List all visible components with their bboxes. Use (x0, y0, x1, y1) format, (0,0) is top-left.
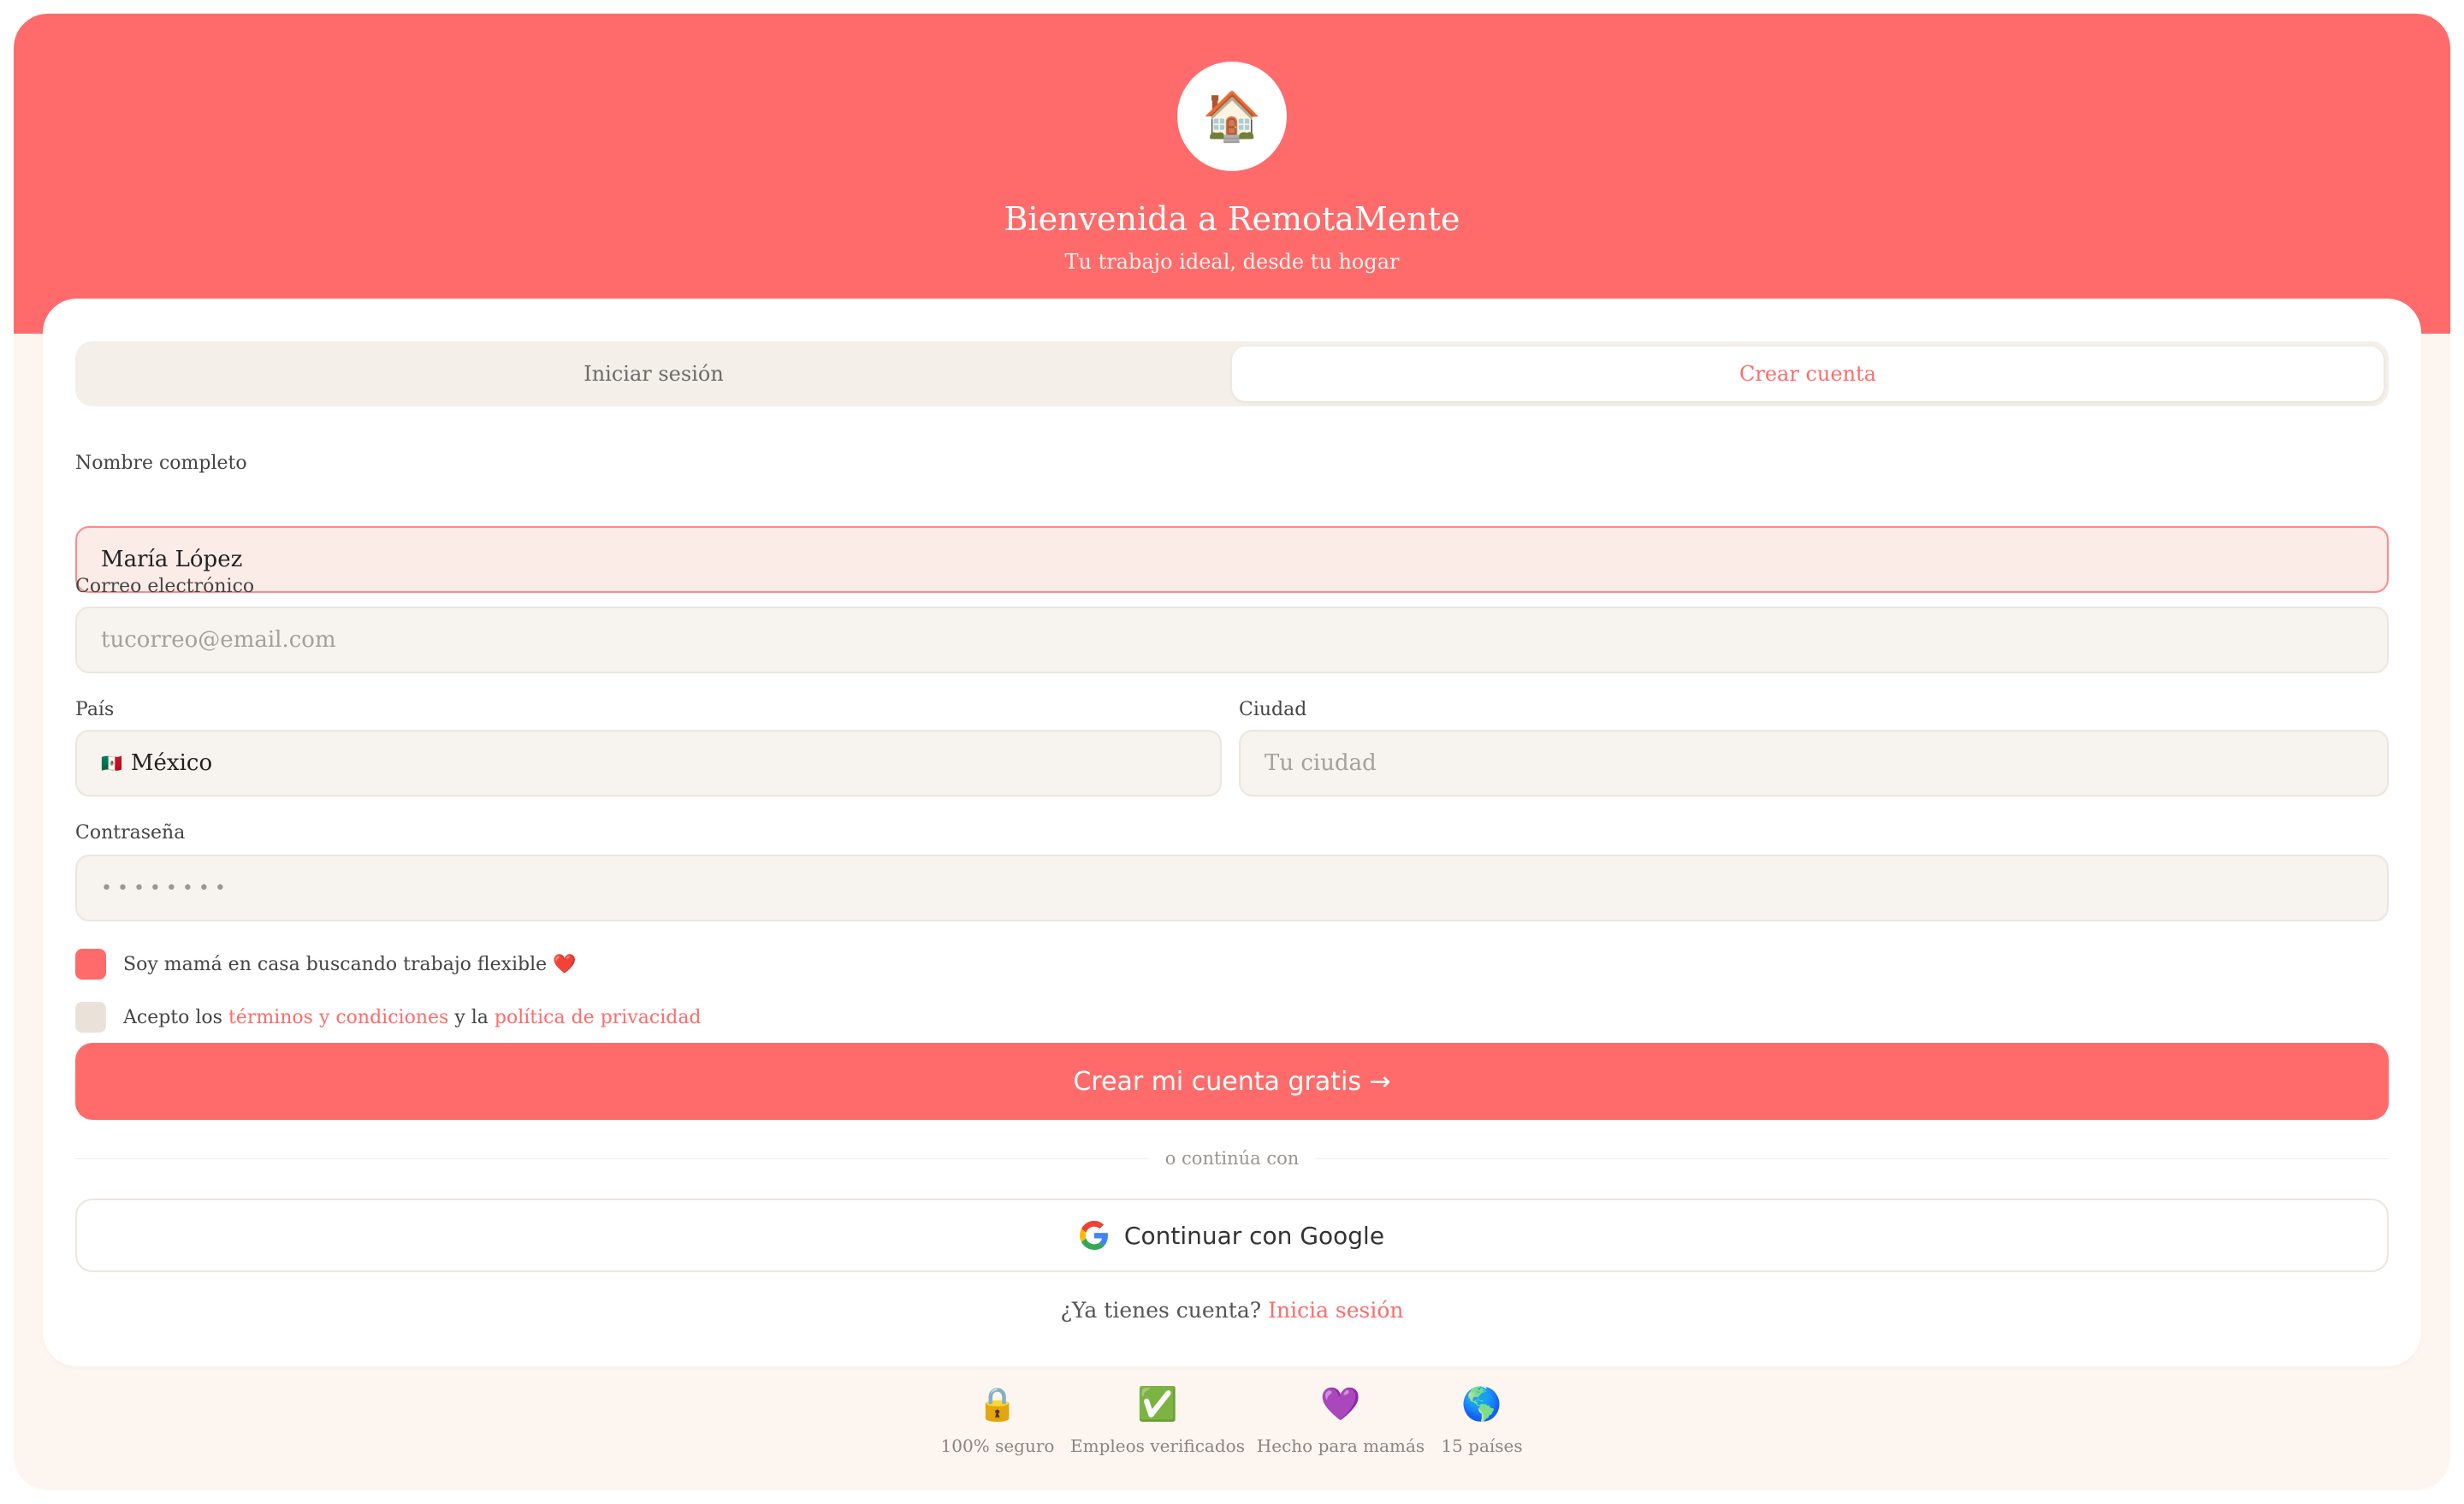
lock-icon: 🔒 (977, 1385, 1018, 1423)
house-icon: 🏠 (1177, 62, 1287, 171)
name-value: María López (101, 547, 243, 572)
country-label: País (75, 699, 115, 720)
city-label: Ciudad (1239, 699, 1307, 720)
feature-moms: 💜 Hecho para mamás (1257, 1383, 1424, 1456)
have-account-text: ¿Ya tienes cuenta? (1060, 1298, 1262, 1323)
password-field[interactable]: •••••••• (75, 855, 2389, 921)
globe-icon: 🌎 (1461, 1385, 1502, 1423)
terms-link[interactable]: términos y condiciones (228, 1007, 448, 1028)
terms-checkbox[interactable] (75, 1002, 106, 1033)
check-icon: ✅ (1137, 1385, 1178, 1423)
tab-login[interactable]: Iniciar sesión (80, 346, 1227, 401)
feature-countries: 🌎 15 países (1441, 1383, 1522, 1456)
google-icon (1079, 1221, 1108, 1250)
mexico-flag-icon: 🇲🇽 (101, 753, 122, 773)
divider-text: o continúa con (1164, 1148, 1300, 1169)
password-mask: •••••••• (101, 877, 231, 899)
feature-verified: ✅ Empleos verificados (1070, 1383, 1245, 1456)
signin-row: ¿Ya tienes cuenta? Inicia sesión (43, 1298, 2421, 1323)
city-input[interactable] (1265, 731, 2387, 795)
country-select[interactable]: 🇲🇽 México (75, 730, 1222, 796)
logo-emoji: 🏠 (1202, 89, 1262, 145)
signin-link[interactable]: Inicia sesión (1268, 1298, 1403, 1323)
purple-heart-icon: 💜 (1320, 1385, 1361, 1423)
page-subtitle: Tu trabajo ideal, desde tu hogar (1064, 250, 1400, 274)
page-title: Bienvenida a RemotaMente (1004, 200, 1460, 238)
name-field[interactable]: María López (75, 526, 2389, 593)
email-input[interactable] (101, 608, 2387, 672)
google-signin-button[interactable]: Continuar con Google (75, 1199, 2389, 1272)
mom-checkbox-row: Soy mamá en casa buscando trabajo flexib… (75, 949, 577, 980)
divider: o continúa con (75, 1146, 2390, 1171)
mom-checkbox[interactable] (75, 949, 106, 980)
name-label: Nombre completo (75, 453, 247, 474)
city-field[interactable] (1239, 730, 2389, 796)
terms-middle: y la (454, 1006, 489, 1028)
app-window: 🏠 Bienvenida a RemotaMente Tu trabajo id… (14, 14, 2450, 1490)
email-label: Correo electrónico (75, 576, 255, 597)
terms-checkbox-row: Acepto los términos y condiciones y la p… (75, 1002, 702, 1033)
divider-line-right (1316, 1158, 2390, 1159)
feature-label: 100% seguro (940, 1436, 1055, 1456)
country-value: México (130, 750, 213, 776)
mom-checkbox-label: Soy mamá en casa buscando trabajo flexib… (123, 953, 577, 975)
feature-label: 15 países (1441, 1436, 1523, 1456)
google-button-label: Continuar con Google (1123, 1221, 1385, 1250)
create-account-button[interactable]: Crear mi cuenta gratis → (75, 1043, 2389, 1120)
tab-signup[interactable]: Crear cuenta (1232, 346, 2384, 401)
feature-secure: 🔒 100% seguro (941, 1383, 1055, 1456)
feature-label: Empleos verificados (1070, 1436, 1245, 1456)
auth-tabs: Iniciar sesión Crear cuenta (75, 341, 2389, 406)
hero-header: 🏠 Bienvenida a RemotaMente Tu trabajo id… (14, 14, 2450, 334)
terms-prefix: Acepto los (123, 1006, 222, 1028)
auth-card: Iniciar sesión Crear cuenta Nombre compl… (43, 299, 2421, 1366)
feature-label: Hecho para mamás (1256, 1436, 1425, 1456)
divider-line-left (75, 1158, 1148, 1159)
privacy-link[interactable]: política de privacidad (495, 1007, 702, 1028)
email-field[interactable] (75, 607, 2389, 673)
password-label: Contraseña (75, 822, 186, 844)
